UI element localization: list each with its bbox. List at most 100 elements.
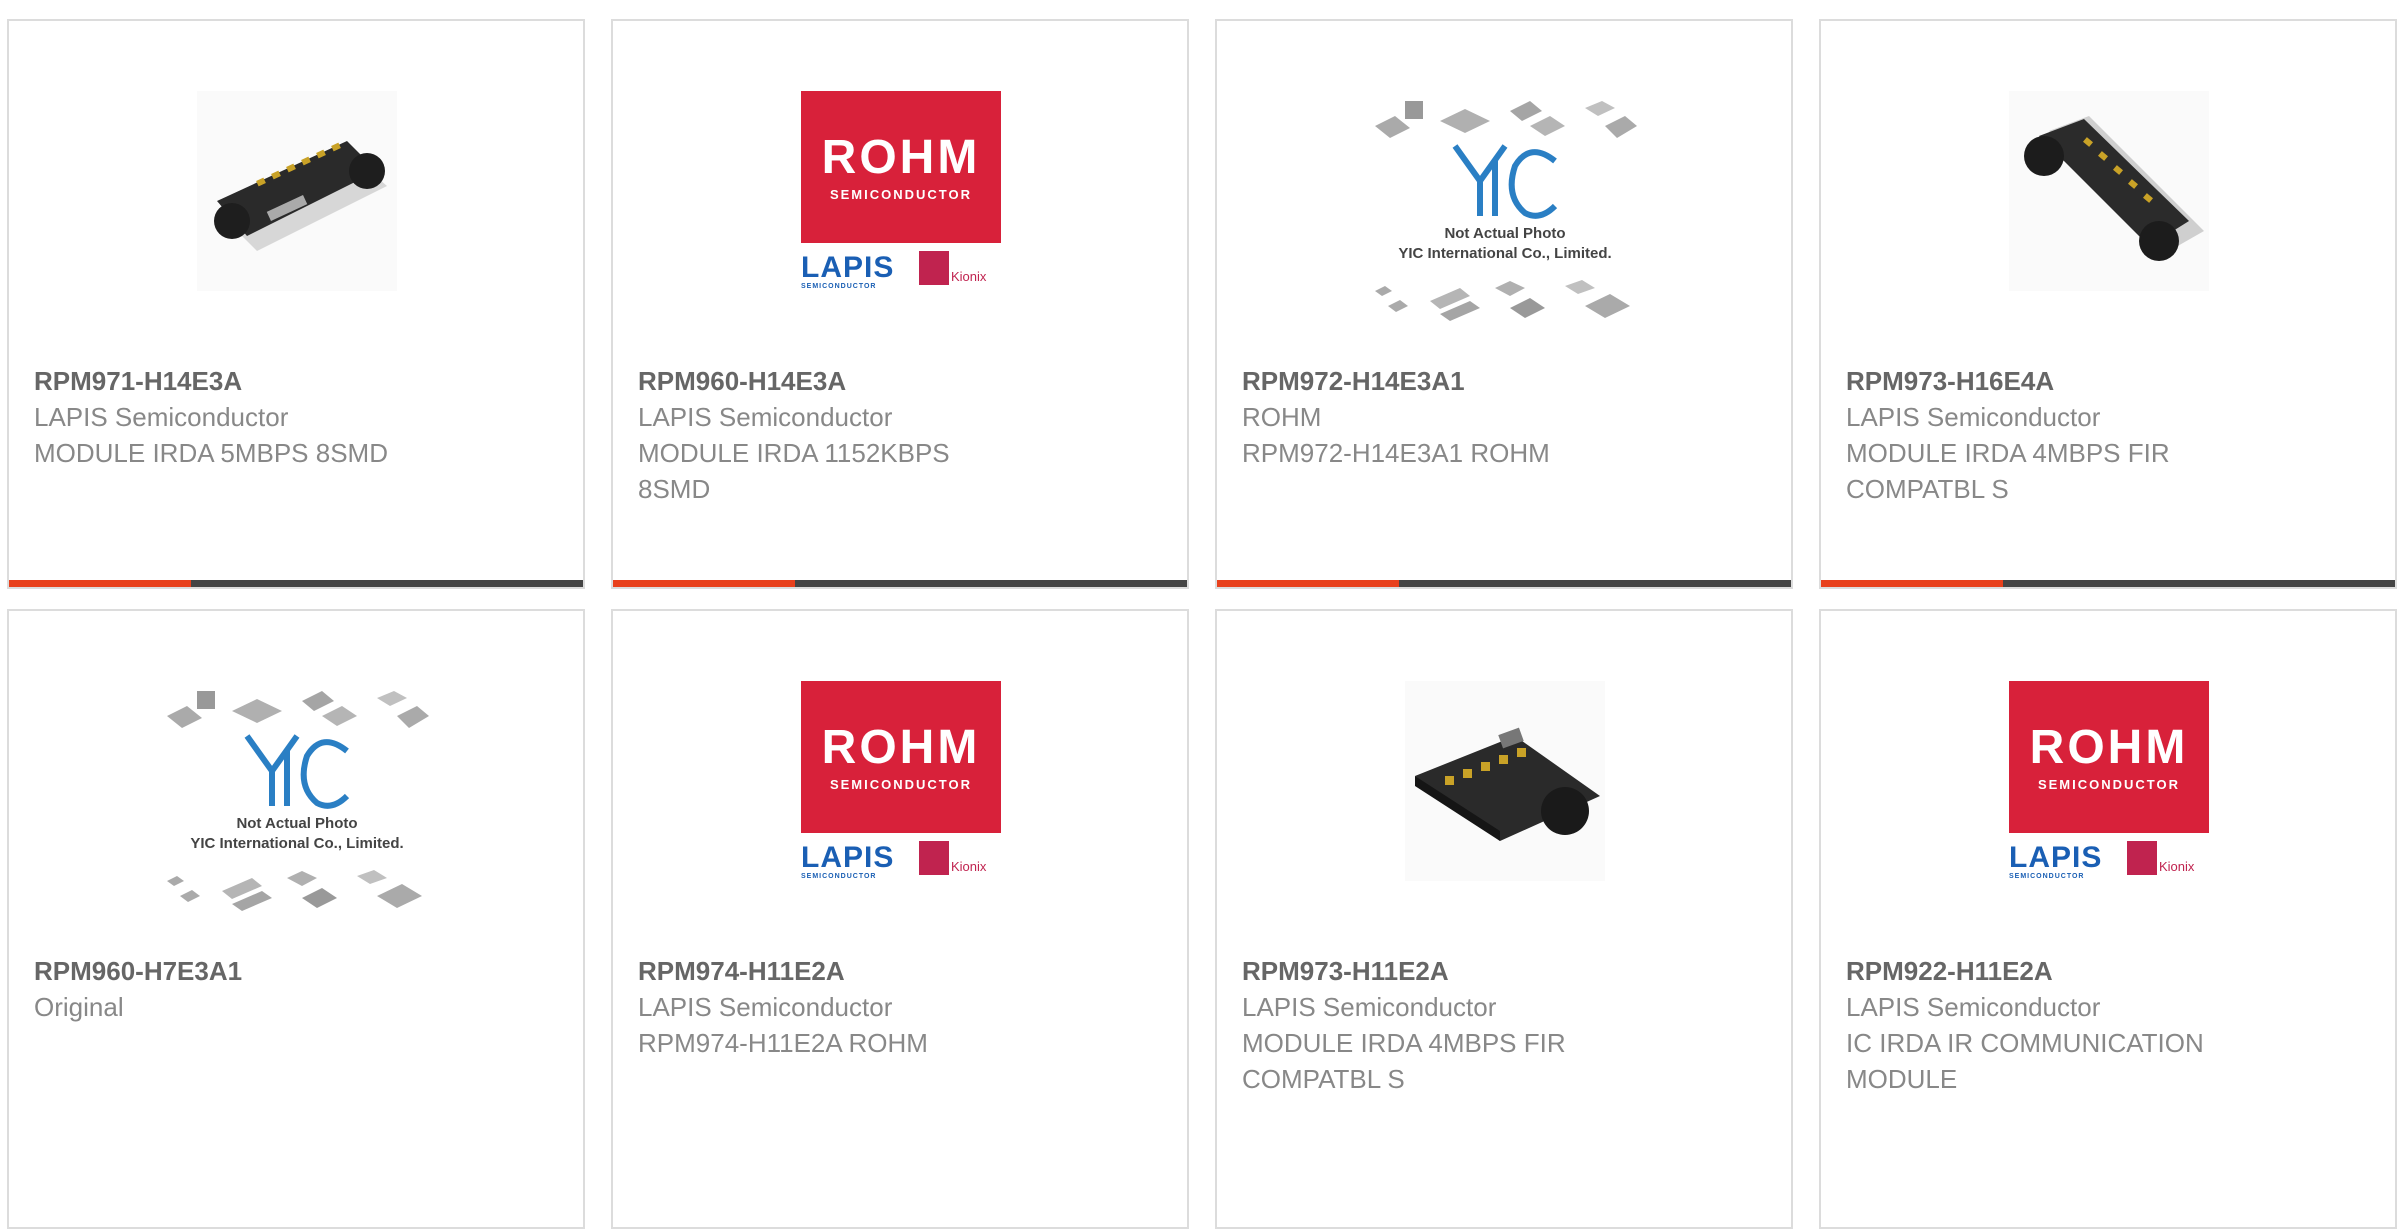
description: MODULE IRDA 4MBPS FIR COMPATBL S [1846, 438, 2170, 504]
ir-module-photo-icon [1405, 681, 1605, 881]
placeholder-line2: YIC International Co., Limited. [190, 835, 404, 852]
product-image[interactable]: Not Actual Photo YIC International Co., … [1370, 86, 1640, 326]
manufacturer: LAPIS Semiconductor [638, 992, 893, 1022]
chips-bottom-icon [167, 870, 422, 911]
lapis-sub-text: SEMICONDUCTOR [801, 283, 877, 290]
part-number[interactable]: RPM974-H11E2A [638, 953, 1058, 989]
yic-logo-icon [1452, 144, 1558, 219]
description: RPM974-H11E2A ROHM [638, 1028, 928, 1058]
description: RPM972-H14E3A1 ROHM [1242, 438, 1550, 468]
chips-top-icon [167, 691, 429, 728]
yic-placeholder-icon: Not Actual Photo YIC International Co., … [1370, 86, 1640, 326]
description: MODULE IRDA 5MBPS 8SMD [34, 438, 388, 468]
kionix-text: Kionix [951, 859, 987, 874]
part-number[interactable]: RPM973-H16E4A [1846, 363, 2266, 399]
rohm-text: ROHM [821, 720, 981, 774]
product-info: RPM972-H14E3A1 ROHM RPM972-H14E3A1 ROHM [1242, 363, 1662, 471]
product-card[interactable]: ROHM SEMICONDUCTOR LAPIS SEMICONDUCTOR K… [611, 19, 1189, 589]
product-info: RPM973-H16E4A LAPIS Semiconductor MODULE… [1846, 363, 2266, 507]
rohm-lapis-logo-icon: ROHM SEMICONDUCTOR LAPIS SEMICONDUCTOR K… [801, 91, 1001, 291]
ir-module-photo-icon [2009, 91, 2209, 291]
lapis-sub-text: SEMICONDUCTOR [801, 873, 877, 880]
product-image[interactable]: ROHM SEMICONDUCTOR LAPIS SEMICONDUCTOR K… [801, 681, 1001, 881]
rohm-logo: ROHM SEMICONDUCTOR [2009, 681, 2209, 833]
product-image[interactable]: ROHM SEMICONDUCTOR LAPIS SEMICONDUCTOR K… [2009, 681, 2209, 881]
product-card[interactable]: Not Actual Photo YIC International Co., … [7, 609, 585, 1229]
rohm-lapis-logo-icon: ROHM SEMICONDUCTOR LAPIS SEMICONDUCTOR K… [2009, 681, 2209, 881]
kionix-logo: Kionix [2127, 841, 2207, 877]
ir-module-photo-icon [197, 91, 397, 291]
kionix-mark-icon [2127, 841, 2157, 875]
lapis-sub-text: SEMICONDUCTOR [2009, 873, 2085, 880]
placeholder-line2: YIC International Co., Limited. [1398, 245, 1612, 262]
card-accent [1217, 580, 1399, 587]
lapis-text: LAPIS [801, 251, 895, 284]
product-image[interactable]: ROHM SEMICONDUCTOR LAPIS SEMICONDUCTOR K… [801, 91, 1001, 291]
manufacturer: LAPIS Semiconductor [1846, 992, 2101, 1022]
rohm-text: ROHM [821, 130, 981, 184]
product-info: RPM922-H11E2A LAPIS Semiconductor IC IRD… [1846, 953, 2266, 1097]
card-footer-bar [613, 580, 1187, 587]
description: MODULE IRDA 4MBPS FIR COMPATBL S [1242, 1028, 1566, 1094]
part-number[interactable]: RPM922-H11E2A [1846, 953, 2266, 989]
part-number[interactable]: RPM973-H11E2A [1242, 953, 1662, 989]
card-footer-bar [9, 580, 583, 587]
card-footer-bar [1217, 580, 1791, 587]
product-image[interactable]: Not Actual Photo YIC International Co., … [162, 676, 432, 916]
not-actual-photo-text: Not Actual Photo YIC International Co., … [1370, 224, 1640, 264]
kionix-logo: Kionix [919, 251, 999, 287]
kionix-logo: Kionix [919, 841, 999, 877]
kionix-text: Kionix [2159, 859, 2195, 874]
not-actual-photo-text: Not Actual Photo YIC International Co., … [162, 814, 432, 854]
manufacturer: LAPIS Semiconductor [1242, 992, 1497, 1022]
rohm-logo: ROHM SEMICONDUCTOR [801, 91, 1001, 243]
manufacturer: ROHM [1242, 402, 1322, 432]
placeholder-line1: Not Actual Photo [236, 815, 358, 832]
product-info: RPM971-H14E3A LAPIS Semiconductor MODULE… [34, 363, 454, 471]
part-number[interactable]: RPM971-H14E3A [34, 363, 454, 399]
manufacturer: LAPIS Semiconductor [1846, 402, 2101, 432]
rohm-lapis-logo-icon: ROHM SEMICONDUCTOR LAPIS SEMICONDUCTOR K… [801, 681, 1001, 881]
part-number[interactable]: RPM960-H14E3A [638, 363, 1058, 399]
card-accent [9, 580, 191, 587]
card-footer-bar [1821, 580, 2395, 587]
card-accent [1821, 580, 2003, 587]
rohm-logo: ROHM SEMICONDUCTOR [801, 681, 1001, 833]
kionix-text: Kionix [951, 269, 987, 284]
lapis-text: LAPIS [801, 841, 895, 874]
card-accent [613, 580, 795, 587]
part-number[interactable]: RPM960-H7E3A1 [34, 953, 454, 989]
description: IC IRDA IR COMMUNICATION MODULE [1846, 1028, 2204, 1094]
manufacturer: Original [34, 992, 124, 1022]
product-card[interactable]: Not Actual Photo YIC International Co., … [1215, 19, 1793, 589]
product-image[interactable] [197, 91, 397, 291]
manufacturer: LAPIS Semiconductor [34, 402, 289, 432]
product-info: RPM974-H11E2A LAPIS Semiconductor RPM974… [638, 953, 1058, 1061]
product-image[interactable] [2009, 91, 2209, 291]
lapis-text: LAPIS [2009, 841, 2103, 874]
product-card[interactable]: RPM971-H14E3A LAPIS Semiconductor MODULE… [7, 19, 585, 589]
yic-placeholder-icon: Not Actual Photo YIC International Co., … [162, 676, 432, 916]
chips-bottom-icon [1375, 280, 1630, 321]
rohm-text: ROHM [2029, 720, 2189, 774]
rohm-semiconductor-text: SEMICONDUCTOR [829, 186, 973, 202]
product-image[interactable] [1405, 681, 1605, 881]
manufacturer: LAPIS Semiconductor [638, 402, 893, 432]
product-card[interactable]: RPM973-H16E4A LAPIS Semiconductor MODULE… [1819, 19, 2397, 589]
description: MODULE IRDA 1152KBPS 8SMD [638, 438, 950, 504]
chips-top-icon [1375, 101, 1637, 138]
kionix-mark-icon [919, 841, 949, 875]
product-info: RPM960-H7E3A1 Original [34, 953, 454, 1025]
product-card[interactable]: ROHM SEMICONDUCTOR LAPIS SEMICONDUCTOR K… [1819, 609, 2397, 1229]
product-card[interactable]: ROHM SEMICONDUCTOR LAPIS SEMICONDUCTOR K… [611, 609, 1189, 1229]
product-info: RPM973-H11E2A LAPIS Semiconductor MODULE… [1242, 953, 1662, 1097]
product-grid: RPM971-H14E3A LAPIS Semiconductor MODULE… [0, 0, 2400, 1229]
rohm-semiconductor-text: SEMICONDUCTOR [2037, 776, 2181, 792]
yic-logo-icon [244, 734, 350, 809]
product-info: RPM960-H14E3A LAPIS Semiconductor MODULE… [638, 363, 1058, 507]
rohm-semiconductor-text: SEMICONDUCTOR [829, 776, 973, 792]
part-number[interactable]: RPM972-H14E3A1 [1242, 363, 1662, 399]
product-card[interactable]: RPM973-H11E2A LAPIS Semiconductor MODULE… [1215, 609, 1793, 1229]
kionix-mark-icon [919, 251, 949, 285]
placeholder-line1: Not Actual Photo [1444, 225, 1566, 242]
